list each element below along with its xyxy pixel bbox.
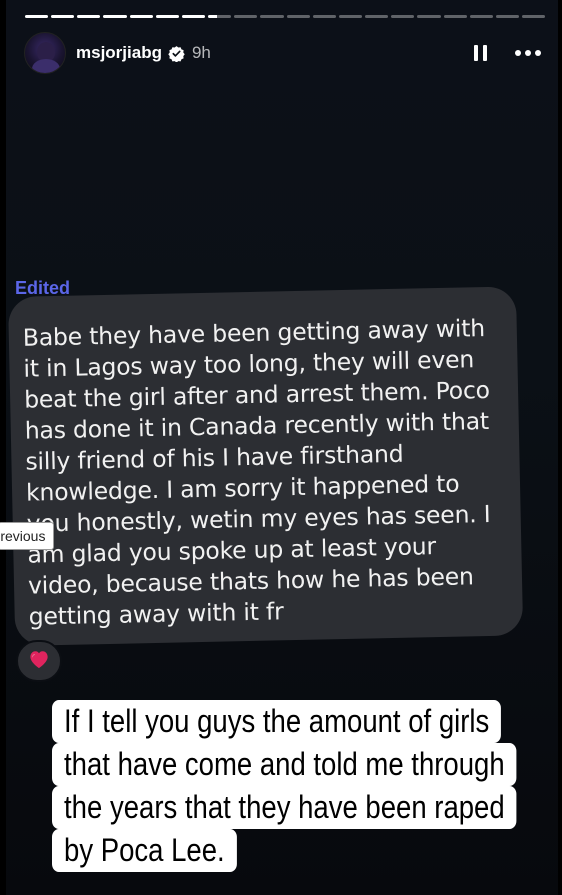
- progress-segment: [129, 15, 153, 18]
- pause-button[interactable]: [468, 41, 492, 65]
- username[interactable]: msjorjiabg: [76, 43, 162, 63]
- more-dot-icon: [525, 50, 531, 56]
- progress-segment: [312, 15, 336, 18]
- progress-segment: [443, 15, 467, 18]
- progress-segment: [417, 15, 441, 18]
- story-caption: If I tell you guys the amount of girls t…: [52, 700, 517, 872]
- story-progress-bar: [25, 15, 546, 18]
- verified-badge-icon: [168, 45, 185, 62]
- story-header: msjorjiabg 9h: [24, 32, 544, 74]
- caption-line: that have come and told me through: [52, 743, 517, 786]
- caption-line: by Poca Lee.: [52, 829, 237, 872]
- left-edge: [0, 0, 6, 895]
- previous-tooltip[interactable]: Previous: [0, 522, 54, 550]
- progress-segment: [495, 15, 519, 18]
- caption-line: the years that they have been raped: [52, 786, 517, 829]
- more-options-button[interactable]: [512, 41, 544, 65]
- more-dot-icon: [535, 50, 541, 56]
- more-dot-icon: [515, 50, 521, 56]
- progress-segment: [469, 15, 493, 18]
- message-bubble: Babe they have been getting away with it…: [8, 286, 524, 646]
- post-time: 9h: [191, 43, 211, 62]
- progress-segment: [51, 15, 75, 18]
- progress-segment: [286, 15, 310, 18]
- progress-segment: [208, 15, 232, 18]
- progress-segment: [521, 15, 546, 18]
- reaction-badge: [16, 640, 62, 682]
- caption-line: If I tell you guys the amount of girls: [52, 700, 502, 743]
- message-text: Babe they have been getting away with it…: [22, 314, 491, 631]
- progress-segment: [103, 15, 127, 18]
- right-edge: [558, 0, 562, 895]
- progress-segment: [155, 15, 179, 18]
- progress-segment: [260, 15, 284, 18]
- progress-segment: [25, 15, 49, 18]
- progress-segment: [77, 15, 101, 18]
- progress-segment: [181, 15, 206, 18]
- avatar[interactable]: [24, 32, 66, 74]
- pause-icon: [482, 45, 487, 61]
- progress-segment: [234, 15, 258, 18]
- progress-segment: [338, 15, 363, 18]
- progress-segment: [365, 15, 389, 18]
- progress-segment: [391, 15, 415, 18]
- story-viewer: msjorjiabg 9h Edited Babe they have been…: [0, 0, 562, 895]
- pause-icon: [473, 45, 478, 61]
- heart-icon: [28, 649, 50, 674]
